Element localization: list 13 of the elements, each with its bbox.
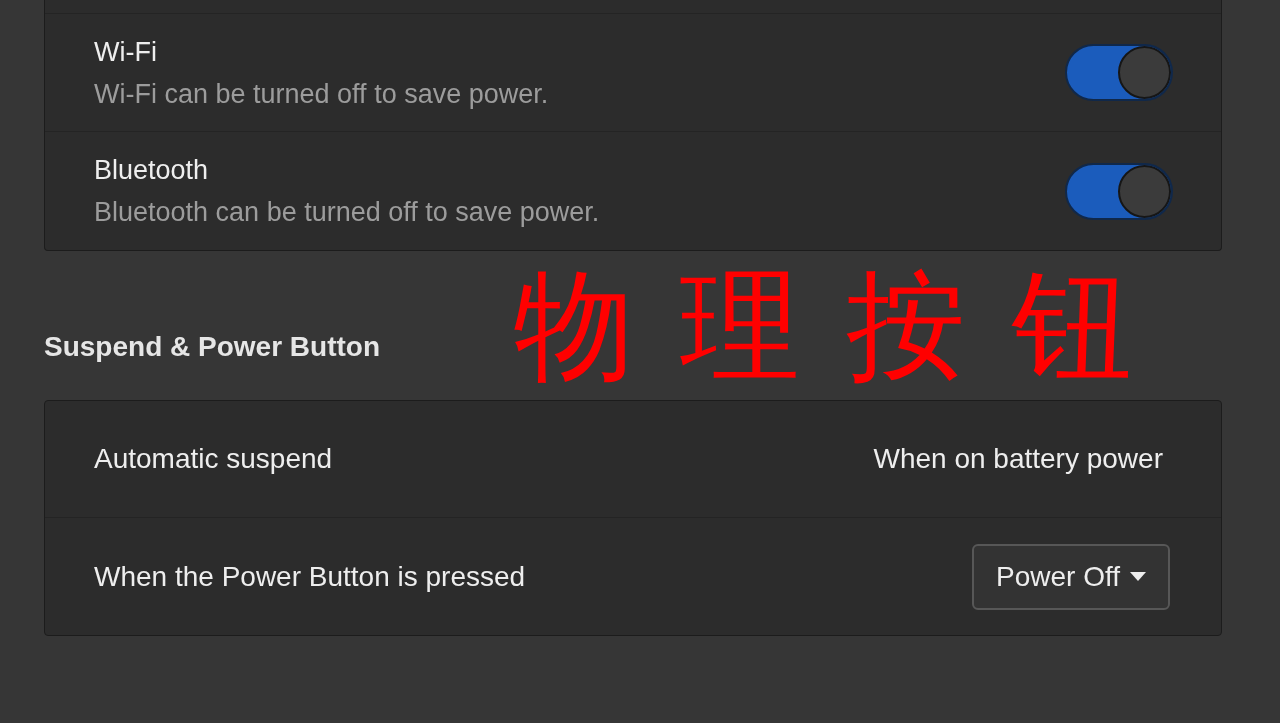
section-heading: Suspend & Power Button	[44, 330, 380, 364]
caret-icon	[1130, 572, 1146, 581]
toggle-switch[interactable]	[1065, 44, 1173, 101]
dropdown-button[interactable]: Power Off	[972, 543, 1170, 610]
setting-description: Wi-Fi can be turned off to save power.	[94, 77, 549, 111]
annotation-text: 物 理 按 钮	[514, 266, 1137, 386]
setting-description: Bluetooth can be turned off to save power.	[94, 196, 600, 229]
setting-title: Bluetooth	[94, 154, 209, 187]
setting-label: When the Power Button is pressed	[94, 559, 526, 594]
setting-value[interactable]: When on battery power	[873, 441, 1163, 477]
setting-label: Automatic suspend	[94, 442, 333, 476]
toggle-switch[interactable]	[1065, 162, 1173, 220]
setting-title: Wi-Fi	[94, 35, 157, 69]
